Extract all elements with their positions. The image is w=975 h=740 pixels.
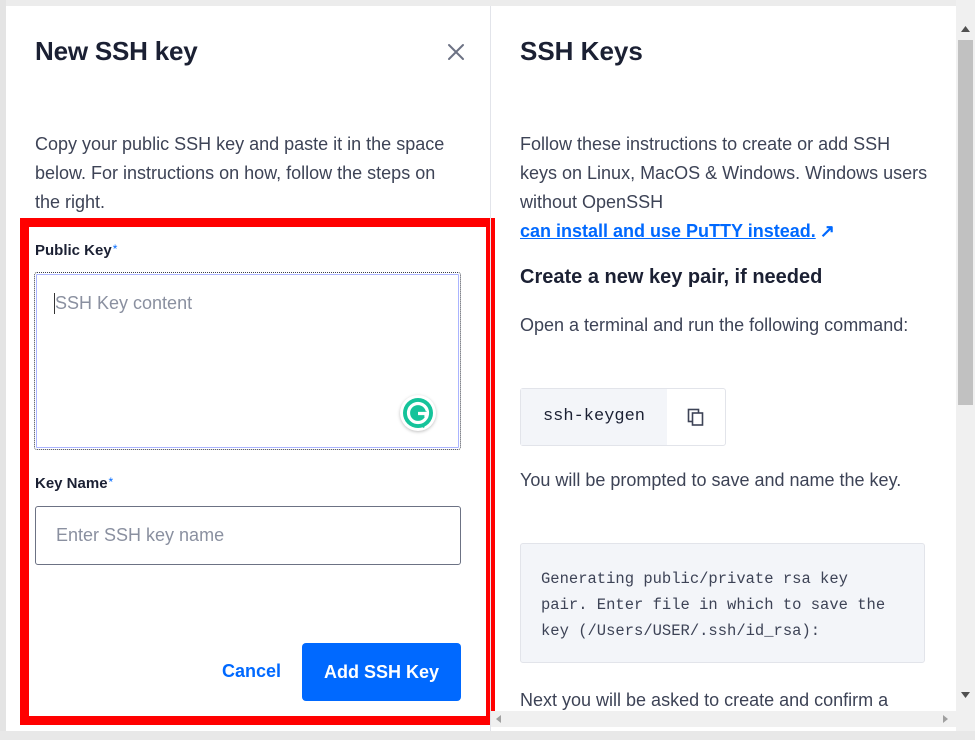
public-key-placeholder: SSH Key content: [55, 293, 193, 313]
command-snippet: ssh-keygen: [520, 388, 726, 446]
grammarly-button[interactable]: [400, 395, 436, 431]
scroll-down-icon[interactable]: [956, 688, 975, 702]
required-marker: *: [112, 242, 118, 256]
grammarly-icon: [403, 398, 433, 428]
step-run-command: Open a terminal and run the following co…: [520, 315, 909, 335]
ssh-keys-instructions: SSH Keys Follow these instructions to cr…: [491, 6, 956, 731]
instructions-title: SSH Keys: [520, 36, 643, 66]
public-key-textarea[interactable]: SSH Key content: [34, 272, 461, 450]
ssh-key-modal: New SSH key Copy your public SSH key and…: [6, 6, 956, 731]
public-key-label: Public Key*: [35, 242, 118, 259]
new-ssh-key-form: New SSH key Copy your public SSH key and…: [6, 6, 490, 731]
copy-icon: [687, 408, 704, 426]
cancel-button[interactable]: Cancel: [222, 661, 281, 682]
key-name-input[interactable]: Enter SSH key name: [35, 506, 461, 565]
terminal-output-text: Generating public/private rsa key pair. …: [541, 570, 886, 640]
scroll-right-icon[interactable]: [939, 713, 951, 725]
vertical-scrollbar[interactable]: [956, 0, 975, 740]
form-title: New SSH key: [35, 36, 198, 66]
command-text: ssh-keygen: [521, 389, 667, 445]
key-name-label: Key Name*: [35, 475, 114, 492]
add-ssh-key-button[interactable]: Add SSH Key: [302, 643, 461, 701]
create-key-heading: Create a new key pair, if needed: [520, 266, 823, 288]
horizontal-scrollbar[interactable]: [491, 711, 956, 727]
required-marker: *: [108, 475, 114, 489]
scroll-left-icon[interactable]: [493, 713, 505, 725]
scroll-up-icon[interactable]: [956, 22, 975, 36]
putty-link[interactable]: can install and use PuTTY instead. ↗: [520, 221, 835, 241]
close-button[interactable]: [444, 40, 468, 64]
form-intro: Copy your public SSH key and paste it in…: [35, 134, 445, 212]
external-link-icon: ↗: [819, 221, 835, 241]
bottom-strip: [0, 731, 975, 740]
close-icon: [448, 44, 464, 60]
copy-button[interactable]: [667, 389, 725, 445]
step-save-key: You will be prompted to save and name th…: [520, 470, 902, 490]
key-name-placeholder: Enter SSH key name: [56, 525, 225, 545]
instructions-intro: Follow these instructions to create or a…: [520, 130, 930, 246]
scrollbar-thumb[interactable]: [958, 40, 973, 405]
terminal-output: Generating public/private rsa key pair. …: [520, 543, 925, 663]
